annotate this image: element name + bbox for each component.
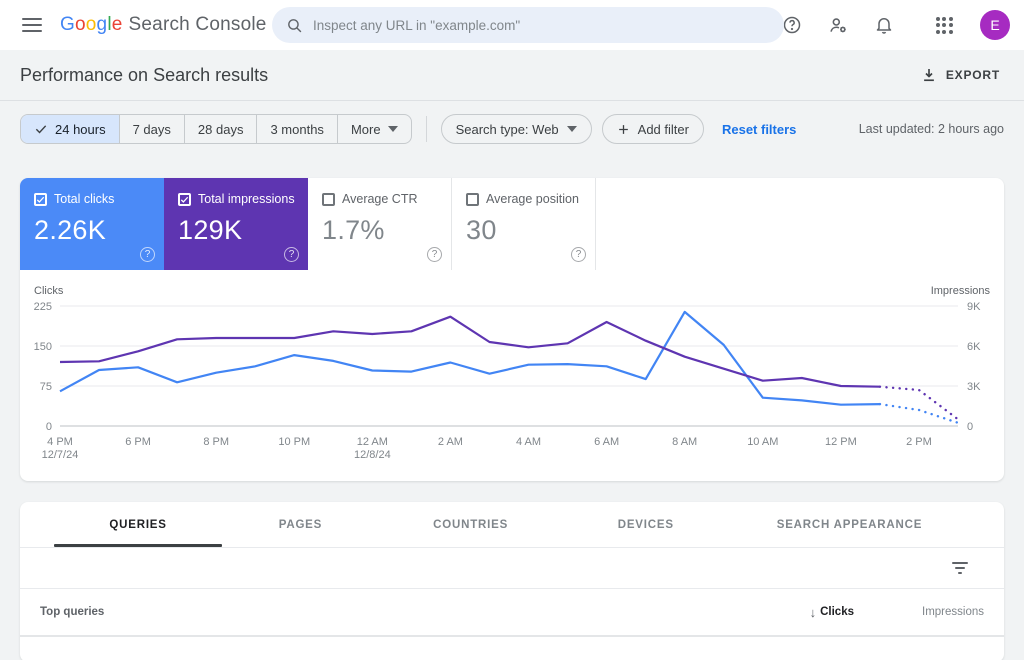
table-header-row: Top queries ↓ Clicks Impressions (20, 589, 1004, 637)
range-7-days[interactable]: 7 days (118, 115, 184, 143)
notifications-bell-icon[interactable] (872, 13, 896, 37)
menu-icon[interactable] (22, 18, 42, 32)
metric-total-clicks[interactable]: Total clicks 2.26K ? (20, 178, 164, 270)
svg-text:2 PM: 2 PM (906, 436, 932, 448)
svg-text:Impressions: Impressions (931, 285, 991, 297)
google-logo: Google (60, 14, 123, 35)
filter-bar: 24 hours 7 days 28 days 3 months More Se… (20, 114, 1004, 144)
svg-text:0: 0 (46, 421, 52, 433)
help-icon[interactable]: ? (140, 247, 155, 262)
tab-pages[interactable]: PAGES (256, 502, 345, 547)
divider (425, 116, 427, 142)
product-name: Search Console (128, 14, 267, 35)
svg-text:10 PM: 10 PM (278, 436, 310, 448)
date-range-group: 24 hours 7 days 28 days 3 months More (20, 114, 412, 144)
metric-value: 2.26K (34, 215, 107, 245)
plus-icon (618, 124, 628, 134)
metric-value: 1.7% (322, 215, 385, 245)
help-icon[interactable]: ? (571, 247, 586, 262)
chevron-down-icon (566, 126, 577, 132)
chart-area: 0 0 75 3K 150 6K 225 9K Clicks Impressions 4 PM 12/… (20, 270, 1004, 481)
check-icon (35, 125, 47, 134)
search-icon (288, 18, 302, 32)
tab-devices[interactable]: DEVICES (597, 502, 695, 547)
checkbox-total-clicks[interactable] (34, 192, 47, 206)
svg-text:4 PM: 4 PM (47, 436, 73, 448)
metric-value: 30 (466, 215, 497, 245)
svg-text:8 AM: 8 AM (672, 436, 697, 448)
svg-text:0: 0 (967, 421, 973, 433)
performance-chart[interactable]: 0 075 3K150 6K225 9KClicks Impressions4 PM12/… (20, 284, 1004, 466)
sort-desc-icon: ↓ (809, 604, 817, 620)
help-icon[interactable]: ? (284, 247, 299, 262)
svg-text:6 PM: 6 PM (125, 436, 151, 448)
search-type-filter[interactable]: Search type: Web (440, 114, 592, 144)
svg-text:150: 150 (34, 341, 52, 353)
svg-text:12/8/24: 12/8/24 (354, 449, 391, 461)
range-28-days[interactable]: 28 days (183, 115, 257, 143)
column-clicks-sort[interactable]: ↓ Clicks (810, 605, 854, 620)
export-button[interactable]: EXPORT (920, 66, 1000, 84)
metric-average-position[interactable]: Average position 30 ? (452, 178, 596, 270)
svg-text:6 AM: 6 AM (594, 436, 619, 448)
url-inspect-searchbox[interactable] (272, 7, 784, 43)
svg-text:4 AM: 4 AM (516, 436, 541, 448)
performance-card: Total clicks 2.26K ? Total impressions 1… (20, 178, 1004, 481)
export-label: EXPORT (945, 68, 1000, 82)
reset-filters-link[interactable]: Reset filters (722, 122, 796, 137)
chevron-down-icon (387, 126, 398, 132)
dimension-tabs: QUERIES PAGES COUNTRIES DEVICES SEARCH A… (20, 502, 1004, 548)
avatar[interactable]: E (980, 10, 1010, 40)
svg-text:225: 225 (34, 301, 52, 313)
add-filter-button[interactable]: Add filter (601, 114, 704, 144)
metric-average-ctr[interactable]: Average CTR 1.7% ? (308, 178, 452, 270)
metric-value: 129K (178, 215, 243, 245)
svg-text:12 AM: 12 AM (357, 436, 388, 448)
search-input[interactable] (313, 17, 770, 33)
page-title: Performance on Search results (20, 64, 269, 85)
page-toolbar: Performance on Search results EXPORT (0, 50, 1024, 101)
user-settings-icon[interactable] (826, 13, 850, 37)
checkbox-total-impressions[interactable] (178, 192, 191, 206)
table-filter-row (20, 548, 1004, 589)
svg-text:6K: 6K (967, 341, 981, 353)
svg-text:12/7/24: 12/7/24 (42, 449, 79, 461)
tab-countries[interactable]: COUNTRIES (345, 502, 597, 547)
metric-cards: Total clicks 2.26K ? Total impressions 1… (20, 178, 1004, 270)
range-more[interactable]: More (336, 115, 411, 143)
checkbox-average-ctr[interactable] (322, 192, 335, 206)
svg-text:12 PM: 12 PM (825, 436, 857, 448)
help-icon[interactable]: ? (427, 247, 442, 262)
range-3-months[interactable]: 3 months (256, 115, 336, 143)
svg-text:8 PM: 8 PM (203, 436, 229, 448)
svg-text:9K: 9K (967, 301, 981, 313)
apps-grid-icon[interactable] (932, 13, 956, 37)
checkbox-average-position[interactable] (466, 192, 479, 206)
last-updated-text: Last updated: 2 hours ago (858, 122, 1004, 136)
app-logo[interactable]: Google Search Console (60, 14, 267, 36)
dimensions-card: QUERIES PAGES COUNTRIES DEVICES SEARCH A… (20, 502, 1004, 660)
range-24-hours[interactable]: 24 hours (21, 115, 119, 143)
svg-text:75: 75 (40, 381, 52, 393)
download-icon (923, 69, 934, 82)
column-top-queries: Top queries (40, 606, 105, 618)
filter-list-icon[interactable] (952, 562, 968, 574)
svg-text:10 AM: 10 AM (747, 436, 778, 448)
tab-search-appearance[interactable]: SEARCH APPEARANCE (695, 502, 1004, 547)
svg-text:2 AM: 2 AM (438, 436, 463, 448)
app-bar: Google Search Console E (0, 0, 1024, 50)
svg-text:Clicks: Clicks (34, 285, 64, 297)
metric-total-impressions[interactable]: Total impressions 129K ? (164, 178, 308, 270)
svg-text:3K: 3K (967, 381, 981, 393)
column-impressions[interactable]: Impressions (854, 606, 984, 618)
tab-queries[interactable]: QUERIES (20, 502, 256, 547)
